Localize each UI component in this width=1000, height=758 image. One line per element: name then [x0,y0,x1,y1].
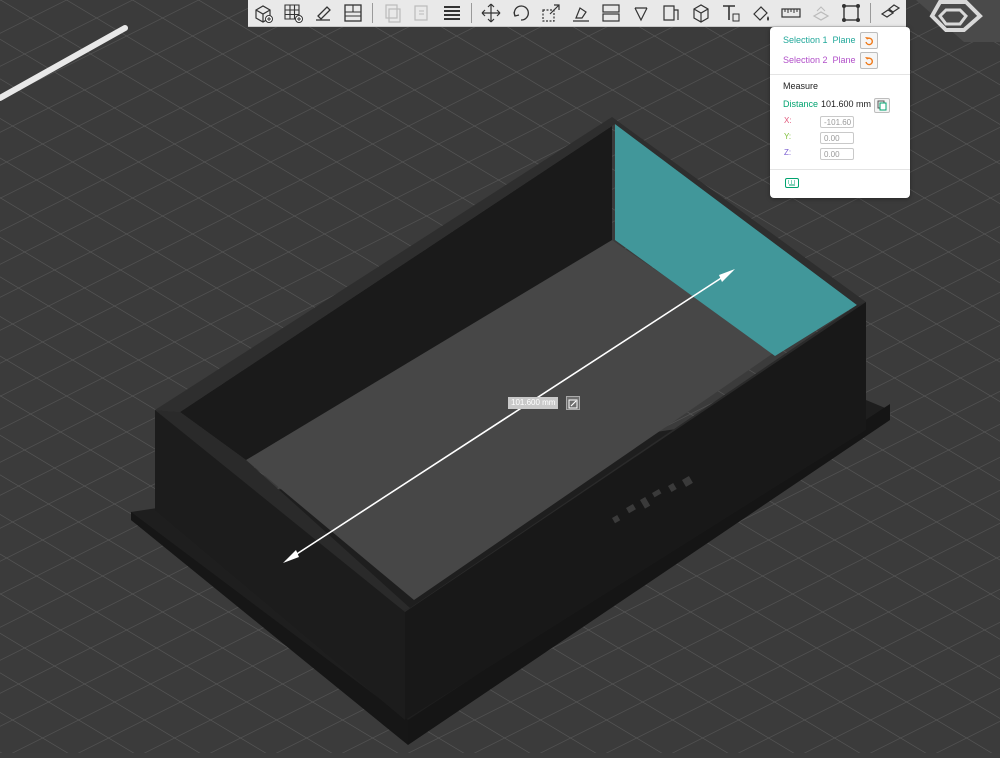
paint-brush-icon[interactable] [310,1,336,25]
x-label: X: [784,116,792,125]
measure-ruler-icon[interactable] [778,1,804,25]
move-icon[interactable] [478,1,504,25]
reset-icon [865,36,874,45]
copy-icon [877,100,887,111]
distance-value: 101.600 mm [821,99,872,109]
copy-icon[interactable] [379,1,405,25]
reset-selection-1-button[interactable] [860,32,878,49]
edit-dimension-icon[interactable] [566,396,580,410]
selection-2-label: Selection 2 [783,55,828,65]
keyboard-icon [785,178,799,188]
layers-icon[interactable] [439,1,465,25]
selection-2-row[interactable]: Selection 2 Plane [783,51,856,69]
place-on-face-icon[interactable] [568,1,594,25]
measure-title: Measure [783,81,819,91]
selection-1-row[interactable]: Selection 1 Plane [783,31,856,49]
cut-icon[interactable] [628,1,654,25]
y-value-field[interactable]: 0.00 [820,132,854,144]
explode-icon[interactable] [877,1,903,25]
assembly-icon[interactable] [808,1,834,25]
panel-divider [770,169,910,170]
keyboard-shortcut-button[interactable] [785,178,799,188]
y-label: Y: [784,132,792,141]
copy-distance-button[interactable] [874,98,890,113]
layout-icon[interactable] [340,1,366,25]
text-icon[interactable] [718,1,744,25]
color-paint-icon[interactable] [748,1,774,25]
printer-logo [906,0,1000,42]
support-paint-icon[interactable] [658,1,684,25]
toolbar-separator [870,3,871,23]
reset-selection-2-button[interactable] [860,52,878,69]
dimension-label: 101.600 mm [508,397,559,409]
copy-alt-icon[interactable] [409,1,435,25]
distance-label: Distance [783,99,819,109]
x-value-field[interactable]: -101.60 [820,116,854,128]
frame-select-icon[interactable] [838,1,864,25]
rotate-icon[interactable] [508,1,534,25]
toolbar-separator [471,3,472,23]
box-3d-icon[interactable] [688,1,714,25]
toolbar-separator [372,3,373,23]
split-icon[interactable] [598,1,624,25]
z-label: Z: [784,148,792,157]
selection-1-type: Plane [832,35,856,45]
z-value-field[interactable]: 0.00 [820,148,854,160]
selection-2-type: Plane [832,55,856,65]
selection-1-label: Selection 1 [783,35,828,45]
grid-plus-icon[interactable] [280,1,306,25]
add-cube-icon[interactable] [250,1,276,25]
scale-icon[interactable] [538,1,564,25]
measure-panel: Selection 1 Plane Selection 2 Plane Meas… [770,27,910,198]
panel-divider [770,74,910,75]
reset-icon [865,56,874,65]
top-toolbar [248,0,906,27]
